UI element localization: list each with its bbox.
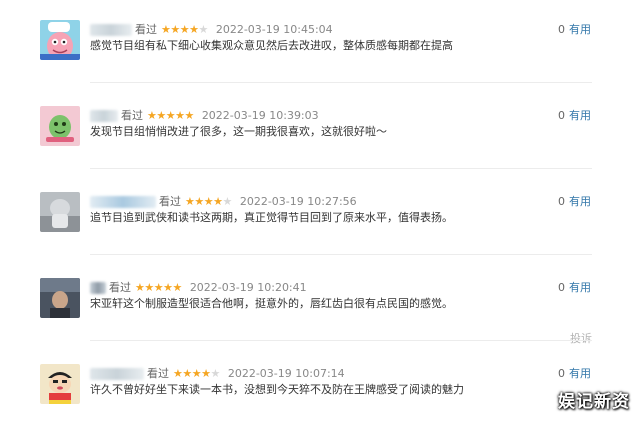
user-avatar[interactable]: [40, 20, 80, 60]
review-comment: 感觉节目组有私下细心收集观众意见然后去改进叹，整体质感每期都在提高: [90, 39, 453, 52]
watched-status: 看过: [121, 109, 143, 122]
useful-count: 0: [558, 195, 565, 208]
report-link[interactable]: 投诉: [570, 330, 592, 346]
useful-count: 0: [558, 367, 565, 380]
review-comment: 发现节目组悄悄改进了很多，这一期我很喜欢，这就很好啦～: [90, 125, 387, 138]
useful-count: 0: [558, 109, 565, 122]
watched-status: 看过: [135, 23, 157, 36]
useful-button[interactable]: 有用: [569, 195, 591, 208]
useful-button[interactable]: 有用: [569, 109, 591, 122]
username-blurred[interactable]: [90, 110, 118, 122]
watched-status: 看过: [147, 367, 169, 380]
useful-button[interactable]: 有用: [569, 23, 591, 36]
divider: [90, 82, 592, 83]
review-time: 2022-03-19 10:45:04: [215, 23, 333, 36]
rating-stars: ★★★★★: [185, 195, 232, 208]
review-meta: 看过 ★★★★★ 2022-03-19 10:45:04: [90, 23, 333, 37]
review-meta: 看过 ★★★★★ 2022-03-19 10:20:41: [90, 281, 307, 295]
useful-count: 0: [558, 281, 565, 294]
review-time: 2022-03-19 10:07:14: [227, 367, 345, 380]
username-blurred[interactable]: [90, 24, 132, 36]
divider: [90, 168, 592, 169]
review-comment: 追节目追到武侠和读书这两期，真正觉得节目回到了原来水平，值得表扬。: [90, 211, 453, 224]
useful-button[interactable]: 有用: [569, 281, 591, 294]
user-avatar[interactable]: [40, 192, 80, 232]
vote-area: 0 有用: [558, 367, 591, 381]
user-avatar[interactable]: [40, 364, 80, 404]
username-blurred[interactable]: [90, 368, 144, 380]
vote-area: 0 有用: [558, 23, 591, 37]
vote-area: 0 有用: [558, 195, 591, 209]
review-meta: 看过 ★★★★★ 2022-03-19 10:07:14: [90, 367, 345, 381]
username-blurred[interactable]: [90, 282, 106, 294]
watermark: 娱记新资: [558, 392, 630, 412]
review-time: 2022-03-19 10:27:56: [239, 195, 357, 208]
review-meta: 看过 ★★★★★ 2022-03-19 10:27:56: [90, 195, 357, 209]
useful-button[interactable]: 有用: [569, 367, 591, 380]
rating-stars: ★★★★★: [161, 23, 208, 36]
review-comment: 宋亚轩这个制服造型很适合他啊，挺意外的，唇红齿白很有点民国的感觉。: [90, 297, 453, 310]
vote-area: 0 有用: [558, 109, 591, 123]
review-time: 2022-03-19 10:39:03: [201, 109, 319, 122]
vote-area: 0 有用: [558, 281, 591, 295]
username-blurred[interactable]: [90, 196, 156, 208]
review-item: 看过 ★★★★★ 2022-03-19 10:07:14 许久不曾好好坐下来读一…: [40, 364, 592, 448]
watched-status: 看过: [159, 195, 181, 208]
review-item: 看过 ★★★★★ 2022-03-19 10:27:56 追节目追到武侠和读书这…: [40, 192, 592, 276]
review-item: 看过 ★★★★★ 2022-03-19 10:39:03 发现节目组悄悄改进了很…: [40, 106, 592, 190]
review-item: 看过 ★★★★★ 2022-03-19 10:20:41 宋亚轩这个制服造型很适…: [40, 278, 592, 362]
divider: [90, 254, 592, 255]
watched-status: 看过: [109, 281, 131, 294]
review-item: 看过 ★★★★★ 2022-03-19 10:45:04 感觉节目组有私下细心收…: [40, 20, 592, 104]
useful-count: 0: [558, 23, 565, 36]
rating-stars: ★★★★★: [173, 367, 220, 380]
review-meta: 看过 ★★★★★ 2022-03-19 10:39:03: [90, 109, 319, 123]
review-time: 2022-03-19 10:20:41: [189, 281, 307, 294]
review-comment: 许久不曾好好坐下来读一本书，没想到今天猝不及防在王牌感受了阅读的魅力: [90, 383, 464, 396]
divider: [90, 340, 592, 341]
user-avatar[interactable]: [40, 106, 80, 146]
rating-stars: ★★★★★: [147, 109, 194, 122]
user-avatar[interactable]: [40, 278, 80, 318]
rating-stars: ★★★★★: [135, 281, 182, 294]
